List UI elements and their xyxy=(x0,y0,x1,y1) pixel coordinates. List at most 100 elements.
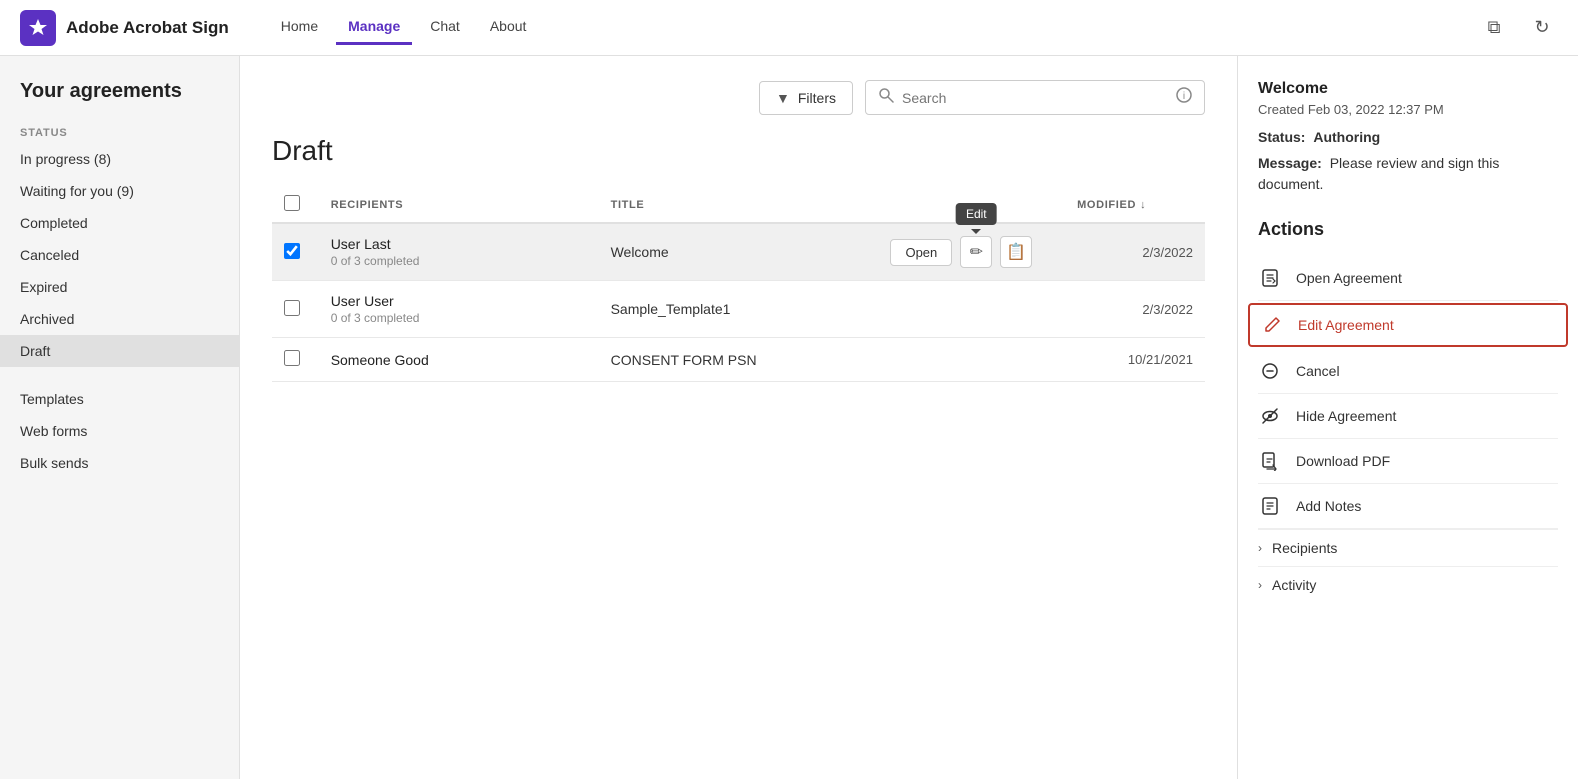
select-all-checkbox[interactable] xyxy=(284,195,300,211)
logo-area: Adobe Acrobat Sign xyxy=(20,10,229,46)
nav-chat[interactable]: Chat xyxy=(418,10,472,45)
sidebar-item-templates[interactable]: Templates xyxy=(0,383,239,415)
main-container: Your agreements STATUS In progress (8) W… xyxy=(0,56,1578,779)
tooltip-arrow xyxy=(971,229,981,239)
table-header: RECIPIENTS TITLE MODIFIED ↓ xyxy=(272,187,1205,223)
right-panel: Welcome Created Feb 03, 2022 12:37 PM St… xyxy=(1238,56,1578,779)
action-download-pdf[interactable]: Download PDF xyxy=(1258,439,1558,484)
nav-manage[interactable]: Manage xyxy=(336,10,412,45)
table-row: User User 0 of 3 completed Sample_Templa… xyxy=(272,281,1205,338)
content-area: ▼ Filters i Draft xyxy=(240,56,1238,779)
search-icon xyxy=(878,87,894,108)
open-agreement-label: Open Agreement xyxy=(1296,270,1402,286)
expand-recipients[interactable]: › Recipients xyxy=(1258,529,1558,566)
sidebar-item-completed[interactable]: Completed xyxy=(0,207,239,239)
add-notes-icon xyxy=(1258,494,1282,518)
window-icon-btn[interactable]: ⧉ xyxy=(1478,12,1510,44)
notes-icon: 📋 xyxy=(1006,242,1026,262)
top-nav: Adobe Acrobat Sign Home Manage Chat Abou… xyxy=(0,0,1578,56)
nav-home[interactable]: Home xyxy=(269,10,330,45)
sidebar-item-bulk-sends[interactable]: Bulk sends xyxy=(0,447,239,479)
sidebar-item-waiting[interactable]: Waiting for you (9) xyxy=(0,175,239,207)
info-icon[interactable]: i xyxy=(1176,87,1192,108)
svg-text:i: i xyxy=(1183,91,1185,102)
hide-agreement-label: Hide Agreement xyxy=(1296,408,1396,424)
sidebar-status-label: STATUS xyxy=(0,119,239,143)
action-open-agreement[interactable]: Open Agreement xyxy=(1258,256,1558,301)
filter-label: Filters xyxy=(798,90,836,106)
cancel-icon xyxy=(1258,359,1282,383)
app-name: Adobe Acrobat Sign xyxy=(66,18,229,38)
recipients-label: Recipients xyxy=(1272,540,1337,556)
search-input[interactable] xyxy=(902,90,1168,106)
col-header-modified: MODIFIED ↓ xyxy=(1065,187,1205,223)
col-header-recipients: RECIPIENTS xyxy=(319,187,599,223)
sidebar-item-draft[interactable]: Draft xyxy=(0,335,239,367)
chevron-activity-icon: › xyxy=(1258,578,1262,592)
recipient-sub-2: 0 of 3 completed xyxy=(331,311,587,325)
filter-button[interactable]: ▼ Filters xyxy=(759,81,853,115)
filter-icon: ▼ xyxy=(776,90,790,106)
panel-status: Status: Authoring xyxy=(1258,129,1558,145)
panel-created-date: Created Feb 03, 2022 12:37 PM xyxy=(1258,102,1558,117)
action-cancel[interactable]: Cancel xyxy=(1258,349,1558,394)
expand-activity[interactable]: › Activity xyxy=(1258,566,1558,603)
sidebar-item-in-progress[interactable]: In progress (8) xyxy=(0,143,239,175)
app-logo-icon xyxy=(20,10,56,46)
add-notes-label: Add Notes xyxy=(1296,498,1361,514)
sidebar-item-canceled[interactable]: Canceled xyxy=(0,239,239,271)
edit-agreement-icon xyxy=(1260,313,1284,337)
action-hide-agreement[interactable]: Hide Agreement xyxy=(1258,394,1558,439)
row-actions-1: Open Edit ✏ 📋 xyxy=(890,236,1053,268)
header-actions: ▼ Filters i xyxy=(759,80,1205,115)
edit-tooltip: Edit xyxy=(956,203,997,225)
row-checkbox-2[interactable] xyxy=(284,300,300,316)
row-checkbox-3[interactable] xyxy=(284,350,300,366)
table-row: Someone Good CONSENT FORM PSN 10/21/2021 xyxy=(272,338,1205,382)
section-title: Draft xyxy=(272,135,1205,167)
nav-about[interactable]: About xyxy=(478,10,539,45)
action-edit-agreement[interactable]: Edit Agreement xyxy=(1248,303,1568,347)
panel-status-value: Authoring xyxy=(1313,129,1380,145)
search-box: i xyxy=(865,80,1205,115)
title-cell-2: Sample_Template1 xyxy=(599,281,879,338)
agreements-header: ▼ Filters i xyxy=(272,80,1205,115)
open-button-1[interactable]: Open xyxy=(890,239,952,266)
main-nav: Home Manage Chat About xyxy=(269,10,539,45)
title-cell-1: Welcome xyxy=(599,223,879,281)
chevron-recipients-icon: › xyxy=(1258,541,1262,555)
nav-right-icons: ⧉ ↻ xyxy=(1478,12,1558,44)
recipient-name-3: Someone Good xyxy=(331,352,587,368)
panel-actions-title: Actions xyxy=(1258,219,1558,240)
notes-button-1[interactable]: 📋 xyxy=(1000,236,1032,268)
sidebar: Your agreements STATUS In progress (8) W… xyxy=(0,56,240,779)
open-agreement-icon xyxy=(1258,266,1282,290)
sidebar-item-web-forms[interactable]: Web forms xyxy=(0,415,239,447)
edit-agreement-label: Edit Agreement xyxy=(1298,317,1394,333)
modified-cell-2: 2/3/2022 xyxy=(1065,281,1205,338)
modified-cell-3: 10/21/2021 xyxy=(1065,338,1205,382)
recipient-sub-1: 0 of 3 completed xyxy=(331,254,587,268)
table-row: User Last 0 of 3 completed Welcome Open … xyxy=(272,223,1205,281)
panel-message-label: Message: xyxy=(1258,155,1322,171)
sidebar-item-archived[interactable]: Archived xyxy=(0,303,239,335)
agreements-table: RECIPIENTS TITLE MODIFIED ↓ xyxy=(272,187,1205,382)
row-checkbox-1[interactable] xyxy=(284,243,300,259)
action-add-notes[interactable]: Add Notes xyxy=(1258,484,1558,529)
sidebar-item-expired[interactable]: Expired xyxy=(0,271,239,303)
recipient-name-1: User Last xyxy=(331,236,587,252)
panel-doc-title: Welcome xyxy=(1258,80,1558,98)
panel-status-label: Status: xyxy=(1258,129,1305,145)
refresh-icon-btn[interactable]: ↻ xyxy=(1526,12,1558,44)
edit-icon: ✏ xyxy=(970,242,983,262)
cancel-label: Cancel xyxy=(1296,363,1340,379)
sidebar-page-title: Your agreements xyxy=(0,80,239,119)
table-body: User Last 0 of 3 completed Welcome Open … xyxy=(272,223,1205,382)
hide-agreement-icon xyxy=(1258,404,1282,428)
activity-label: Activity xyxy=(1272,577,1316,593)
recipient-name-2: User User xyxy=(331,293,587,309)
edit-button-1[interactable]: Edit ✏ xyxy=(960,236,992,268)
col-header-title: TITLE xyxy=(599,187,879,223)
download-pdf-icon xyxy=(1258,449,1282,473)
title-cell-3: CONSENT FORM PSN xyxy=(599,338,879,382)
